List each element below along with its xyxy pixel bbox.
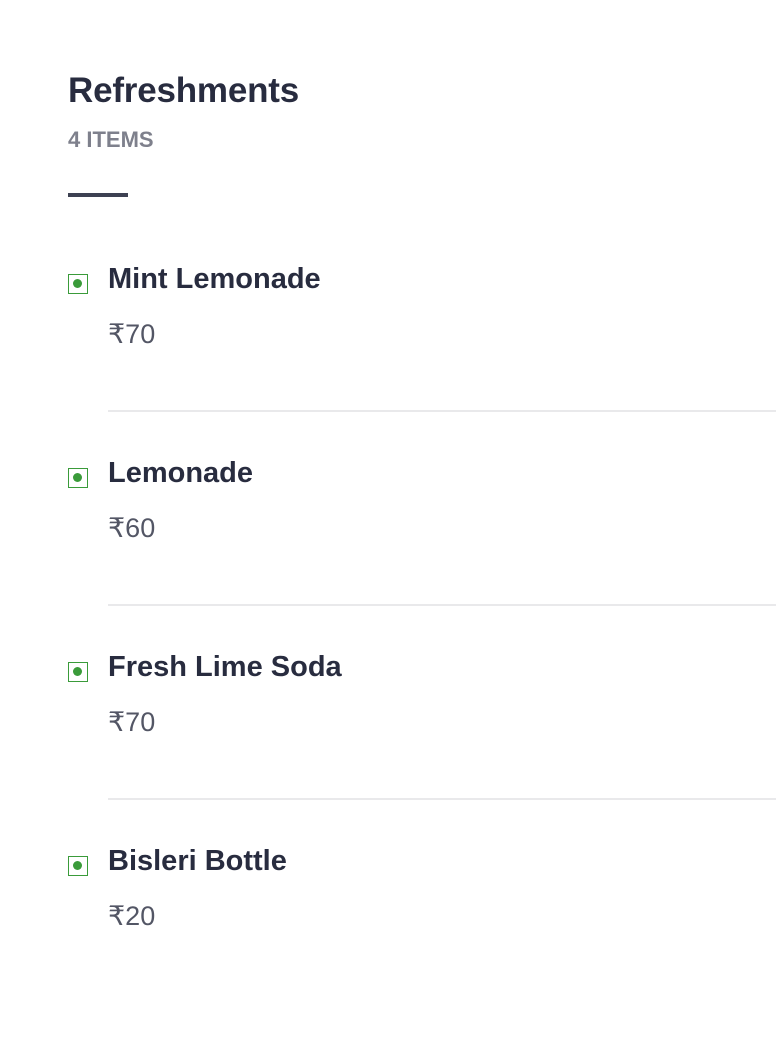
item-price: ₹70 bbox=[108, 707, 156, 737]
veg-indicator-icon bbox=[68, 856, 88, 876]
item-divider bbox=[108, 410, 776, 412]
item-price: ₹70 bbox=[108, 319, 156, 349]
item-name: Lemonade bbox=[108, 457, 254, 489]
item-name: Mint Lemonade bbox=[108, 263, 321, 295]
menu-item[interactable]: Fresh Lime Soda ₹70 bbox=[0, 651, 776, 856]
item-divider bbox=[108, 798, 776, 800]
section-title-underline bbox=[68, 193, 128, 197]
veg-indicator-icon bbox=[68, 468, 88, 488]
item-divider bbox=[108, 604, 776, 606]
item-count: 4 ITEMS bbox=[68, 127, 154, 152]
item-price: ₹20 bbox=[108, 901, 156, 931]
item-price: ₹60 bbox=[108, 513, 156, 543]
item-name: Fresh Lime Soda bbox=[108, 651, 342, 683]
menu-item[interactable]: Bisleri Bottle ₹20 bbox=[0, 845, 776, 1050]
veg-indicator-icon bbox=[68, 274, 88, 294]
menu-item[interactable]: Mint Lemonade ₹70 bbox=[0, 263, 776, 468]
section-title: Refreshments bbox=[68, 71, 300, 110]
veg-indicator-icon bbox=[68, 662, 88, 682]
item-name: Bisleri Bottle bbox=[108, 845, 287, 877]
menu-item[interactable]: Lemonade ₹60 bbox=[0, 457, 776, 662]
